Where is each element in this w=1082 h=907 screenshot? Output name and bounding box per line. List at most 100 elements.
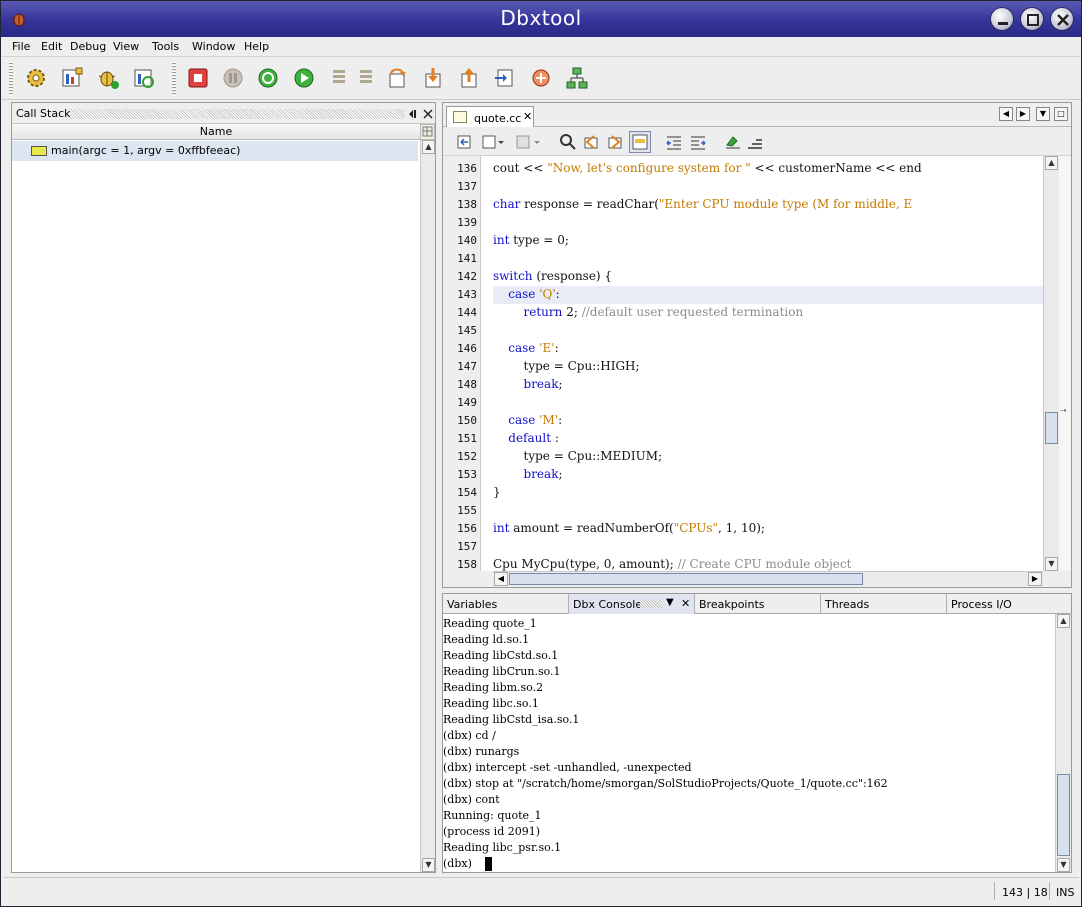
toolbar-grip[interactable] [172, 62, 176, 96]
continue-button[interactable] [292, 66, 316, 90]
scroll-tabs-right-button[interactable]: ▶ [1016, 107, 1030, 121]
dbx-console-output[interactable]: Reading quote_1 Reading ld.so.1 Reading li… [443, 614, 1055, 872]
code-line[interactable]: int type = 0; [493, 233, 569, 247]
scroll-thumb[interactable] [1057, 774, 1070, 856]
line-number[interactable]: 138 [443, 198, 477, 211]
tree-view-button[interactable] [565, 66, 589, 90]
editor-horizontal-scrollbar[interactable]: ◀ ▶ [493, 571, 1043, 586]
menu-tools[interactable]: Tools [152, 40, 179, 53]
scroll-down-arrow[interactable]: ▼ [1045, 557, 1058, 571]
show-opened-documents-button[interactable]: ▼ [1036, 107, 1050, 121]
scroll-down-arrow[interactable]: ▼ [422, 858, 435, 872]
line-number[interactable]: 137 [443, 180, 477, 193]
line-number[interactable]: 154 [443, 486, 477, 499]
tab-threads[interactable]: Threads [821, 594, 947, 614]
stack-frame-row[interactable]: main(argc = 1, argv = 0xffbfeeac) [12, 141, 418, 161]
scroll-thumb[interactable] [1045, 412, 1058, 444]
attach-process-button[interactable] [60, 66, 84, 90]
reload-program-button[interactable] [132, 66, 156, 90]
menu-help[interactable]: Help [244, 40, 269, 53]
console-scrollbar[interactable]: ▲ ▼ [1055, 614, 1071, 872]
shift-right-icon[interactable] [689, 134, 707, 150]
menu-window[interactable]: Window [192, 40, 235, 53]
code-line[interactable]: case 'Q': [493, 287, 559, 301]
line-number[interactable]: 156 [443, 522, 477, 535]
editor-vertical-scrollbar[interactable]: ▲ ▼ [1043, 156, 1059, 571]
find-previous-icon[interactable] [583, 134, 599, 150]
code-line[interactable]: char response = readChar("Enter CPU modu… [493, 197, 912, 211]
pause-button[interactable] [221, 66, 245, 90]
line-number[interactable]: 148 [443, 378, 477, 391]
close-tab-icon[interactable]: ✕ [681, 597, 690, 610]
line-number[interactable]: 143 [443, 288, 477, 301]
line-number[interactable]: 139 [443, 216, 477, 229]
tab-quote-cc[interactable]: quote.cc ✕ [446, 106, 534, 127]
back-icon[interactable] [456, 134, 472, 150]
start-macro-icon[interactable] [724, 134, 742, 150]
menu-file[interactable]: File [12, 40, 30, 53]
menu-debug[interactable]: Debug [70, 40, 106, 53]
code-line[interactable]: switch (response) { [493, 269, 612, 283]
maximize-editor-button[interactable]: □ [1054, 107, 1068, 121]
debug-core-button[interactable] [96, 66, 120, 90]
line-number[interactable]: 136 [443, 162, 477, 175]
code-line[interactable]: case 'E': [493, 341, 558, 355]
line-number[interactable]: 150 [443, 414, 477, 427]
line-number[interactable]: 141 [443, 252, 477, 265]
code-line[interactable]: break; [493, 377, 563, 391]
scroll-tabs-left-button[interactable]: ◀ [999, 107, 1013, 121]
horizontal-scroll-thumb[interactable] [509, 573, 863, 585]
step-out-button[interactable] [457, 66, 481, 90]
line-number[interactable]: 152 [443, 450, 477, 463]
line-number[interactable]: 145 [443, 324, 477, 337]
fix-and-continue-button[interactable] [529, 66, 553, 90]
scroll-up-arrow[interactable]: ▲ [1045, 156, 1058, 170]
line-number[interactable]: 140 [443, 234, 477, 247]
step-over-button[interactable] [385, 66, 409, 90]
step-into-button-disabled[interactable] [354, 66, 378, 90]
line-number[interactable]: 146 [443, 342, 477, 355]
code-line[interactable]: int amount = readNumberOf("CPUs", 1, 10)… [493, 521, 765, 535]
tab-variables[interactable]: Variables [443, 594, 569, 614]
menu-edit[interactable]: Edit [41, 40, 62, 53]
line-number[interactable]: 155 [443, 504, 477, 517]
scroll-up-arrow[interactable]: ▲ [422, 140, 435, 154]
run-to-cursor-button[interactable] [493, 66, 517, 90]
code-line[interactable]: type = Cpu::MEDIUM; [493, 449, 663, 463]
code-line[interactable]: Cpu MyCpu(type, 0, amount); // Create CP… [493, 557, 851, 571]
scroll-down-arrow[interactable]: ▼ [1057, 858, 1070, 872]
finish-debug-session-button[interactable] [186, 66, 210, 90]
call-stack-scrollbar[interactable]: ▲ ▼ [420, 140, 435, 872]
menu-view[interactable]: View [113, 40, 139, 53]
column-header-name[interactable]: Name [12, 124, 420, 140]
find-next-icon[interactable] [607, 134, 623, 150]
close-panel-icon[interactable] [423, 109, 433, 119]
scroll-up-arrow[interactable]: ▲ [1057, 614, 1070, 628]
code-line[interactable]: cout << "Now, let's configure system for… [493, 161, 922, 175]
toolbar-grip[interactable] [9, 62, 13, 96]
tab-drag-handle[interactable] [640, 600, 662, 608]
debug-executable-button[interactable] [24, 66, 48, 90]
line-number[interactable]: 147 [443, 360, 477, 373]
scroll-left-arrow[interactable]: ◀ [494, 572, 508, 586]
history-icon[interactable] [481, 134, 505, 150]
line-number[interactable]: 142 [443, 270, 477, 283]
column-chooser-button[interactable] [420, 124, 435, 140]
panel-drag-handle[interactable] [70, 109, 405, 119]
step-over-expression-button[interactable] [327, 66, 351, 90]
tab-breakpoints[interactable]: Breakpoints [695, 594, 821, 614]
line-number[interactable]: 144 [443, 306, 477, 319]
close-button[interactable] [1050, 7, 1074, 31]
tab-dbx-console[interactable]: Dbx Console ▼ ✕ [569, 594, 695, 614]
line-number[interactable]: 158 [443, 558, 477, 571]
tab-menu-icon[interactable]: ▼ [666, 597, 674, 608]
find-icon[interactable] [559, 133, 577, 151]
shift-left-icon[interactable] [665, 134, 683, 150]
code-line[interactable]: } [493, 485, 501, 499]
line-number[interactable]: 149 [443, 396, 477, 409]
step-into-button[interactable] [421, 66, 445, 90]
restart-button[interactable] [256, 66, 280, 90]
tab-process-io[interactable]: Process I/O [947, 594, 1071, 614]
toggle-highlight-button[interactable] [629, 131, 651, 153]
code-line[interactable]: default : [493, 431, 559, 445]
